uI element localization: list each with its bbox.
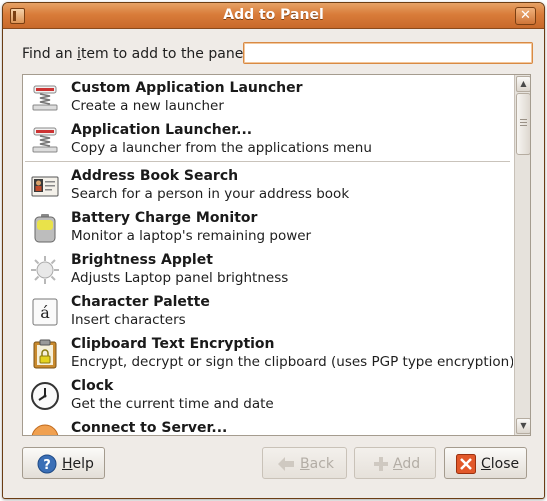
title-bar[interactable]: Add to Panel ✕: [3, 3, 544, 29]
launcher-spring-icon: [32, 127, 58, 153]
close-window-button[interactable]: ✕: [515, 7, 536, 25]
item-name: Connect to Server...: [71, 420, 228, 435]
list-item-application-launcher[interactable]: Application Launcher... Copy a launcher …: [23, 117, 513, 159]
applet-list: Custom Application Launcher Create a new…: [22, 74, 531, 436]
item-name: Application Launcher...: [71, 122, 253, 138]
plus-icon: [374, 457, 388, 471]
item-description: Insert characters: [71, 312, 186, 328]
item-name: Battery Charge Monitor: [71, 210, 258, 226]
list-separator: [25, 161, 510, 162]
item-name: Clipboard Text Encryption: [71, 336, 275, 352]
back-button[interactable]: Back: [262, 447, 347, 479]
item-description: Create a new launcher: [71, 98, 224, 114]
item-description: Search for a person in your address book: [71, 186, 350, 202]
add-button[interactable]: Add: [354, 447, 436, 479]
back-label: Back: [300, 456, 334, 472]
help-icon: ?: [37, 454, 57, 474]
scrollbar-thumb[interactable]: [516, 93, 530, 155]
item-description: Adjusts Laptop panel brightness: [71, 270, 289, 286]
item-description: Monitor a laptop's remaining power: [71, 228, 312, 244]
address-card-icon: [31, 176, 59, 197]
item-description: Get the current time and date: [71, 396, 274, 412]
close-label: Close: [481, 456, 520, 472]
applet-list-viewport: Custom Application Launcher Create a new…: [23, 75, 513, 435]
item-name: Address Book Search: [71, 168, 239, 184]
svg-text:?: ?: [43, 458, 51, 473]
add-to-panel-dialog: Add to Panel ✕ Find an item to add to th…: [2, 2, 545, 499]
svg-text:á: á: [40, 303, 50, 322]
help-label: Help: [62, 456, 94, 472]
list-item-custom-application-launcher[interactable]: Custom Application Launcher Create a new…: [23, 75, 513, 117]
globe-icon: [31, 424, 59, 435]
list-item-brightness-applet[interactable]: Brightness Applet Adjusts Laptop panel b…: [23, 247, 513, 289]
sun-icon: [31, 256, 59, 284]
item-name: Character Palette: [71, 294, 210, 310]
close-button[interactable]: Close: [444, 447, 527, 479]
list-item-clock[interactable]: Clock Get the current time and date: [23, 373, 513, 415]
list-item-character-palette[interactable]: á Character Palette Insert characters: [23, 289, 513, 331]
battery-icon: [34, 214, 56, 243]
item-description: Encrypt, decrypt or sign the clipboard (…: [71, 354, 513, 370]
item-name: Brightness Applet: [71, 252, 213, 268]
window-title: Add to Panel: [223, 7, 324, 23]
find-label: Find an item to add to the panel:: [22, 46, 252, 62]
clipboard-lock-icon: [33, 339, 57, 369]
character-icon: á: [32, 298, 58, 326]
list-item-clipboard-text-encryption[interactable]: Clipboard Text Encryption Encrypt, decry…: [23, 331, 513, 373]
list-item-connect-to-server[interactable]: Connect to Server...: [23, 415, 513, 435]
search-input[interactable]: [243, 42, 533, 64]
add-label: Add: [393, 456, 421, 472]
item-name: Custom Application Launcher: [71, 80, 303, 96]
list-scrollbar[interactable]: ▲ ▼: [514, 75, 530, 435]
launcher-spring-icon: [32, 85, 58, 111]
list-item-battery-charge-monitor[interactable]: Battery Charge Monitor Monitor a laptop'…: [23, 205, 513, 247]
back-arrow-icon: [278, 457, 294, 471]
item-name: Clock: [71, 378, 114, 394]
clock-icon: [31, 382, 59, 410]
scroll-down-button[interactable]: ▼: [516, 418, 530, 434]
item-description: Copy a launcher from the applications me…: [71, 140, 372, 156]
help-button[interactable]: ? Help: [22, 447, 105, 479]
close-icon: [456, 454, 476, 474]
list-item-address-book-search[interactable]: Address Book Search Search for a person …: [23, 163, 513, 205]
scroll-up-button[interactable]: ▲: [516, 76, 530, 92]
